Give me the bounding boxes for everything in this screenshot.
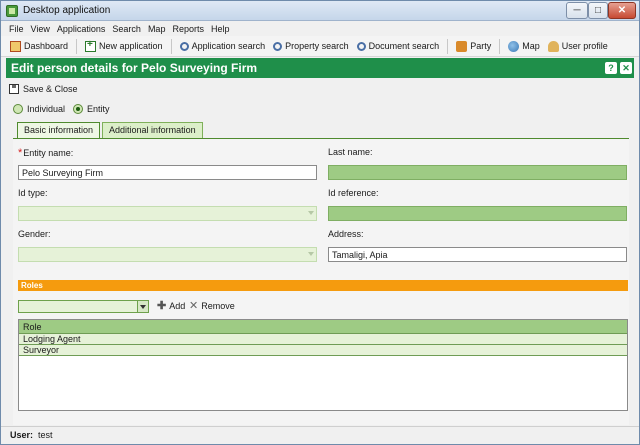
toolbar-separator — [170, 38, 172, 54]
plus-icon: ✚ — [157, 300, 167, 312]
app-icon — [6, 5, 18, 17]
gender-label: Gender: — [18, 229, 51, 239]
window-title: Desktop application — [23, 5, 111, 16]
form-header: Edit person details for Pelo Surveying F… — [6, 58, 634, 78]
party-button[interactable]: Party — [454, 39, 493, 54]
help-icon[interactable]: ? — [605, 62, 617, 74]
last-name-label: Last name: — [328, 147, 373, 157]
tab-strip: Basic information Additional information — [17, 122, 203, 138]
close-window-button[interactable]: ✕ — [608, 2, 636, 19]
table-row[interactable]: Lodging Agent — [19, 334, 627, 345]
party-label: Party — [470, 41, 492, 51]
status-bar: User: test — [1, 426, 639, 444]
chevron-down-icon — [308, 211, 314, 215]
user-icon — [547, 40, 559, 52]
new-document-icon — [85, 39, 97, 52]
menu-reports[interactable]: Reports — [172, 24, 204, 34]
map-button[interactable]: Map — [506, 39, 542, 54]
map-label: Map — [522, 41, 540, 51]
app-window: Desktop application ─ □ ✕ File View Appl… — [0, 0, 640, 445]
search-icon — [179, 41, 189, 51]
form-title: Edit person details for Pelo Surveying F… — [11, 61, 258, 75]
menu-file[interactable]: File — [9, 24, 24, 34]
save-close-label: Save & Close — [23, 84, 78, 94]
save-icon — [9, 84, 19, 94]
property-search-button[interactable]: Property search — [271, 39, 351, 53]
entity-name-label: *Entity name: — [18, 147, 74, 159]
dropdown-button[interactable] — [137, 301, 148, 312]
id-type-label: Id type: — [18, 188, 48, 198]
individual-radio[interactable] — [13, 104, 23, 114]
role-select[interactable] — [18, 300, 149, 313]
role-column-header[interactable]: Role — [19, 320, 627, 334]
remove-role-button[interactable]: ✕ Remove — [189, 300, 235, 312]
menu-view[interactable]: View — [31, 24, 50, 34]
maximize-button[interactable]: □ — [588, 2, 608, 19]
search-icon — [273, 41, 283, 51]
user-profile-button[interactable]: User profile — [546, 39, 610, 54]
add-role-button[interactable]: ✚ Add — [157, 300, 186, 312]
add-role-label: Add — [169, 301, 186, 311]
menu-help[interactable]: Help — [211, 24, 230, 34]
document-search-button[interactable]: Document search — [355, 39, 442, 53]
user-status-value: test — [38, 430, 53, 440]
entity-label: Entity — [87, 104, 110, 114]
entity-option[interactable]: Entity — [73, 104, 110, 114]
individual-label: Individual — [27, 104, 66, 114]
id-reference-label: Id reference: — [328, 188, 379, 198]
menu-bar: File View Applications Search Map Report… — [1, 21, 639, 36]
minimize-button[interactable]: ─ — [566, 2, 588, 19]
dashboard-button[interactable]: Dashboard — [8, 39, 70, 54]
individual-option[interactable]: Individual — [13, 104, 65, 114]
roles-table: Role Lodging Agent Surveyor — [18, 319, 628, 411]
save-close-button[interactable]: Save & Close — [9, 84, 78, 94]
party-type-group: Individual Entity — [13, 104, 110, 114]
menu-map[interactable]: Map — [148, 24, 166, 34]
search-icon — [356, 41, 366, 51]
id-reference-input[interactable] — [328, 206, 627, 221]
toolbar-separator — [499, 38, 501, 54]
title-bar: Desktop application ─ □ ✕ — [1, 1, 639, 21]
main-toolbar: Dashboard New application Application se… — [1, 36, 639, 57]
close-form-icon[interactable]: ✕ — [620, 62, 632, 74]
user-profile-label: User profile — [561, 41, 608, 51]
document-search-label: Document search — [368, 41, 440, 51]
dashboard-label: Dashboard — [24, 41, 69, 51]
application-search-label: Application search — [191, 41, 266, 51]
chevron-down-icon — [308, 252, 314, 256]
tab-additional-information[interactable]: Additional information — [102, 122, 203, 138]
home-icon — [10, 40, 21, 52]
menu-applications[interactable]: Applications — [57, 24, 106, 34]
menu-search[interactable]: Search — [112, 24, 141, 34]
last-name-input[interactable] — [328, 165, 627, 180]
id-type-select[interactable] — [18, 206, 317, 221]
application-search-button[interactable]: Application search — [178, 39, 268, 53]
address-label: Address: — [328, 229, 364, 239]
address-input[interactable]: Tamaligi, Apia — [328, 247, 627, 262]
roles-section-header: Roles — [18, 280, 628, 291]
entity-radio[interactable] — [73, 104, 84, 114]
entity-name-input[interactable]: Pelo Surveying Firm — [18, 165, 317, 180]
toolbar-separator — [447, 38, 449, 54]
globe-icon — [508, 40, 520, 52]
gender-select[interactable] — [18, 247, 317, 262]
toolbar-separator — [76, 38, 78, 54]
property-search-label: Property search — [285, 41, 349, 51]
new-application-label: New application — [99, 41, 163, 51]
new-application-button[interactable]: New application — [83, 39, 165, 54]
remove-icon: ✕ — [189, 300, 199, 312]
party-icon — [456, 40, 468, 52]
user-status-label: User: — [10, 430, 34, 440]
required-marker: * — [18, 147, 23, 159]
remove-role-label: Remove — [201, 301, 235, 311]
tab-basic-information[interactable]: Basic information — [17, 122, 101, 138]
table-row[interactable]: Surveyor — [19, 345, 627, 356]
